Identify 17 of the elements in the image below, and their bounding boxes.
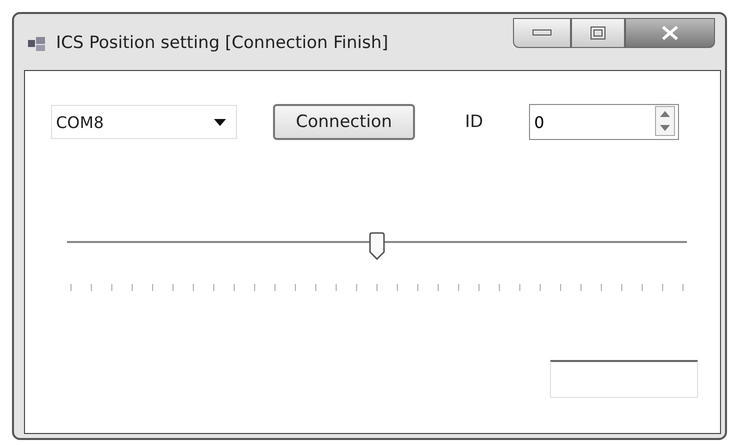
output-field[interactable] — [550, 360, 698, 398]
minimize-button[interactable] — [513, 18, 571, 48]
app-icon — [28, 36, 46, 52]
down-arrow-icon — [660, 125, 670, 131]
close-button[interactable] — [625, 18, 715, 48]
up-arrow-icon — [660, 111, 670, 117]
maximize-button[interactable] — [571, 18, 625, 48]
spin-buttons[interactable] — [655, 106, 676, 136]
restore-icon — [590, 26, 606, 40]
window-title: ICS Position setting [Connection Finish] — [56, 33, 388, 53]
caret-icon — [214, 118, 226, 126]
close-icon — [660, 25, 680, 41]
connection-button[interactable]: Connection — [273, 104, 415, 140]
port-dropdown[interactable]: COM8 — [51, 105, 237, 139]
slider-thumb[interactable] — [368, 232, 386, 260]
id-label: ID — [465, 112, 484, 132]
minimize-icon — [532, 29, 552, 37]
